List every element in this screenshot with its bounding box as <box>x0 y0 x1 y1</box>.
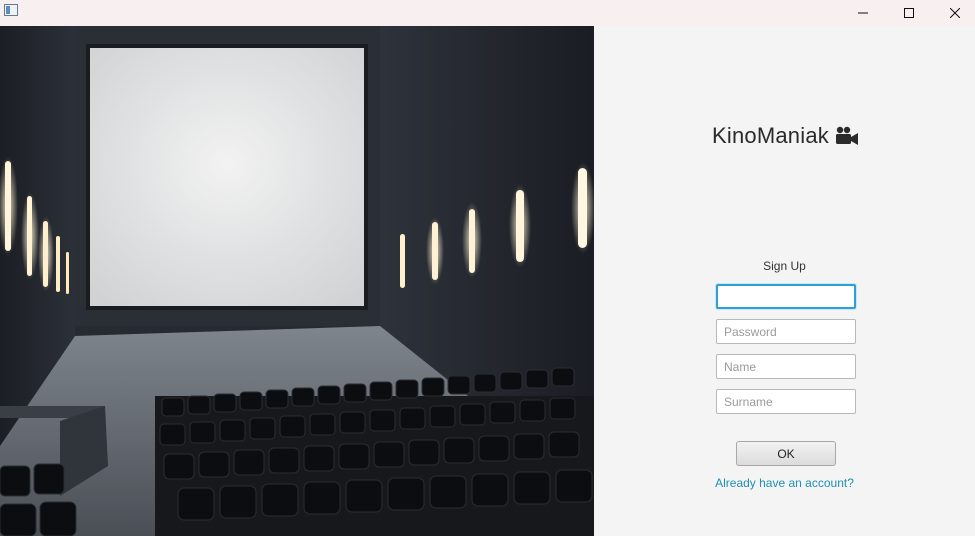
minimize-icon <box>858 12 868 14</box>
app-icon <box>4 4 18 16</box>
login-field[interactable] <box>716 284 856 309</box>
minimize-button[interactable] <box>840 0 886 26</box>
brand: KinoManiak <box>712 122 859 150</box>
maximize-icon <box>904 8 914 18</box>
form-title: Sign Up <box>763 259 806 273</box>
signin-link[interactable]: Already have an account? <box>594 476 975 490</box>
name-field[interactable] <box>716 354 856 379</box>
app-name: KinoManiak <box>712 123 829 148</box>
password-field[interactable] <box>716 319 856 344</box>
close-icon <box>950 8 960 18</box>
signup-panel: KinoManiak Sign Up OK Already have an ac… <box>594 26 975 536</box>
maximize-button[interactable] <box>886 0 932 26</box>
ok-button[interactable]: OK <box>736 441 836 466</box>
surname-field[interactable] <box>716 389 856 414</box>
close-button[interactable] <box>932 0 975 26</box>
title-bar <box>0 0 975 26</box>
cinema-hall-image <box>0 26 594 536</box>
video-camera-icon <box>835 126 859 146</box>
